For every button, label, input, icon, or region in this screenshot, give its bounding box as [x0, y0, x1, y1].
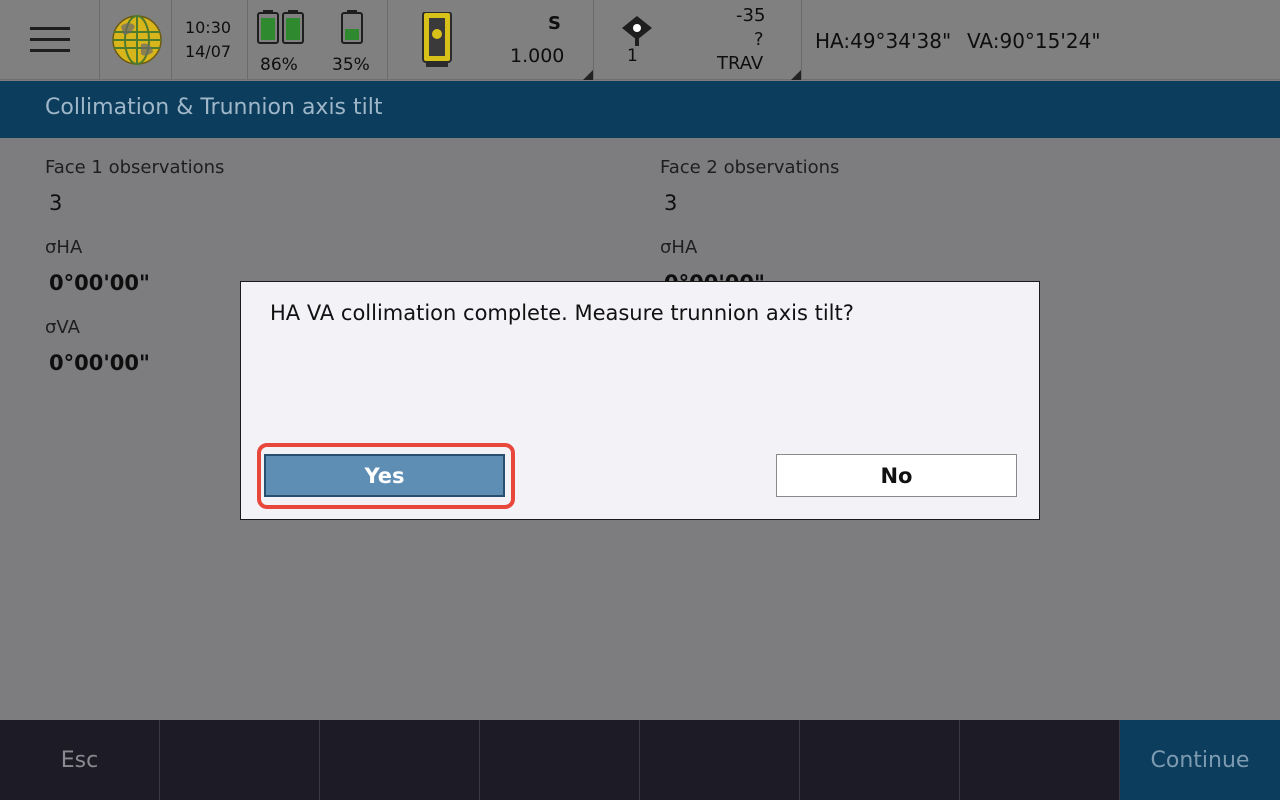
angle-readout: HA:49°34'38" VA:90°15'24": [802, 0, 1280, 80]
esc-button[interactable]: Esc: [0, 720, 160, 800]
battery-1-percent: 86%: [260, 55, 298, 75]
softkey-bar: Esc Continue: [0, 720, 1280, 800]
instrument-height: 1.000: [510, 45, 565, 67]
battery-icon: [341, 10, 363, 44]
clock-time: 10:30: [184, 18, 232, 37]
target-height: ?: [754, 29, 764, 50]
face-2-sigma-ha-label: σHA: [660, 237, 698, 258]
battery-icon: [282, 10, 304, 44]
menu-button[interactable]: [0, 0, 100, 80]
clock-date: 14/07: [184, 42, 232, 61]
softkey-5[interactable]: [640, 720, 800, 800]
softkey-7[interactable]: [960, 720, 1120, 800]
instrument-status-button[interactable]: S 1.000: [388, 0, 594, 80]
status-bar: 10:30 14/07 86% 35% S 1.000 1 -35 ? TRAV…: [0, 0, 1280, 80]
prism-target-icon: [622, 16, 652, 46]
face-1-observations-label: Face 1 observations: [45, 157, 225, 178]
gnss-status-button[interactable]: [100, 0, 172, 80]
face-1-sigma-ha-label: σHA: [45, 237, 83, 258]
face-1-sigma-ha-value: 0°00'00": [49, 271, 150, 295]
battery-icon: [257, 10, 279, 44]
target-mode: TRAV: [717, 53, 764, 74]
hamburger-menu-icon[interactable]: [30, 27, 70, 53]
no-button[interactable]: No: [776, 454, 1017, 497]
face-1-sigma-va-label: σVA: [45, 317, 80, 338]
softkey-2[interactable]: [160, 720, 320, 800]
dropdown-corner-icon: [791, 70, 801, 80]
prism-constant: -35: [736, 5, 766, 26]
measure-mode: S: [548, 13, 561, 34]
softkey-3[interactable]: [320, 720, 480, 800]
face-1-sigma-va-value: 0°00'00": [49, 351, 150, 375]
vertical-angle: VA:90°15'24": [967, 29, 1101, 53]
dropdown-corner-icon: [583, 70, 593, 80]
horizontal-angle: HA:49°34'38": [815, 29, 952, 53]
softkey-6[interactable]: [800, 720, 960, 800]
battery-status-button[interactable]: 86% 35%: [248, 0, 388, 80]
time-date-display: 10:30 14/07: [172, 0, 248, 80]
dialog-message: HA VA collimation complete. Measure trun…: [270, 301, 854, 325]
face-2-observations-label: Face 2 observations: [660, 157, 840, 178]
battery-2-percent: 35%: [332, 55, 370, 75]
continue-button[interactable]: Continue: [1120, 720, 1280, 800]
target-status-button[interactable]: 1 -35 ? TRAV: [594, 0, 802, 80]
confirm-dialog: HA VA collimation complete. Measure trun…: [240, 281, 1040, 520]
target-number: 1: [627, 46, 638, 66]
softkey-4[interactable]: [480, 720, 640, 800]
total-station-icon: [422, 12, 452, 67]
face-2-observations-value: 3: [664, 191, 678, 215]
yes-button[interactable]: Yes: [264, 454, 505, 497]
face-1-observations-value: 3: [49, 191, 63, 215]
globe-icon: [112, 15, 162, 65]
page-title: Collimation & Trunnion axis tilt: [45, 95, 383, 120]
title-bar: Collimation & Trunnion axis tilt: [0, 81, 1280, 138]
